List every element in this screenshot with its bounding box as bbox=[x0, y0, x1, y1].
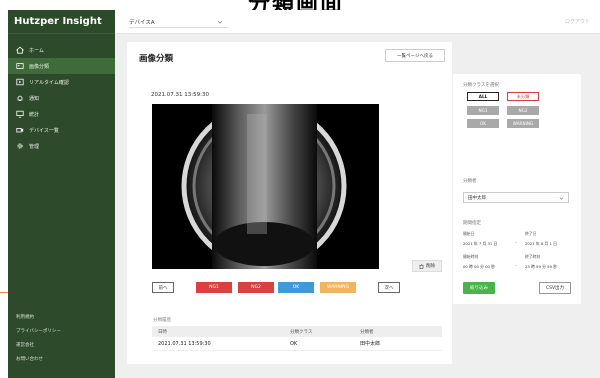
page-title: 画像分類 bbox=[139, 54, 174, 64]
sidebar-item-notifications[interactable]: 通知 bbox=[8, 90, 115, 106]
chip-ng2[interactable]: NG2 bbox=[507, 106, 539, 115]
content-area: 画像分類 一覧ページへ戻る 2021.07.31 13:59:30 削除 前へ … bbox=[115, 34, 600, 378]
device-select-value: デバイスA bbox=[129, 19, 155, 26]
sidebar-item-label: 統計 bbox=[29, 111, 40, 118]
caption-text: 分類画面 bbox=[248, 0, 344, 10]
classifier-label: 分類者 bbox=[463, 179, 477, 184]
class-button-ng2[interactable]: NG2 bbox=[238, 282, 274, 293]
period-label: 期間指定 bbox=[463, 221, 481, 226]
sidebar-item-label: ホーム bbox=[29, 47, 44, 54]
gear-icon bbox=[16, 142, 24, 150]
sidebar-item-admin[interactable]: 管理 bbox=[8, 138, 115, 154]
footer-link-privacy[interactable]: プライバシーポリシー bbox=[8, 324, 115, 338]
class-filter-label: 分類クラスを選択 bbox=[463, 83, 499, 88]
chip-ng1[interactable]: NG1 bbox=[467, 106, 499, 115]
back-to-list-button[interactable]: 一覧ページへ戻る bbox=[385, 49, 445, 62]
classifier-select[interactable]: 田中太郎 bbox=[463, 192, 569, 203]
realtime-icon bbox=[16, 78, 24, 86]
csv-export-button[interactable]: CSV出力 bbox=[539, 282, 571, 294]
history-table: 日時 分類クラス 分類者 2021.07.31 13:59:30 OK 田中太郎 bbox=[152, 326, 442, 351]
page-caption: 分類画面 bbox=[0, 0, 600, 10]
chip-ok[interactable]: OK bbox=[467, 119, 499, 128]
sidebar-item-realtime[interactable]: リアルタイム確認 bbox=[8, 74, 115, 90]
classification-card: 画像分類 一覧ページへ戻る 2021.07.31 13:59:30 削除 前へ … bbox=[127, 42, 452, 364]
monitor-icon bbox=[16, 110, 24, 118]
sidebar-item-devices[interactable]: デバイス一覧 bbox=[8, 122, 115, 138]
delete-button-label: 削除 bbox=[426, 264, 435, 269]
sidebar: Hutzper Insight ホーム 画像分類 リアルタイム確認 通知 統計 bbox=[8, 10, 115, 378]
sidebar-item-image-classification[interactable]: 画像分類 bbox=[8, 58, 115, 74]
trash-icon bbox=[419, 263, 424, 269]
time-range-separator: - bbox=[515, 263, 517, 268]
footer-link-terms[interactable]: 利用規約 bbox=[8, 310, 115, 324]
sidebar-item-label: 通知 bbox=[29, 95, 40, 102]
sidebar-item-home[interactable]: ホーム bbox=[8, 42, 115, 58]
filter-panel: 分類クラスを選択 ALL 未分類 NG1 NG2 OK WARNING 分類者 … bbox=[453, 74, 581, 304]
chevron-down-icon bbox=[217, 19, 223, 25]
footer-link-company[interactable]: 運営会社 bbox=[8, 338, 115, 352]
header-class: 分類クラス bbox=[290, 329, 313, 335]
inspection-image bbox=[152, 104, 379, 269]
sidebar-item-label: 管理 bbox=[29, 143, 40, 150]
home-icon bbox=[16, 46, 24, 54]
row-classifier: 田中太郎 bbox=[360, 341, 381, 347]
start-date-input[interactable]: 2021 年 7 月 31 日 bbox=[463, 241, 497, 247]
apply-filter-button[interactable]: 絞り込み bbox=[463, 282, 495, 294]
class-button-warning[interactable]: WARNING bbox=[320, 282, 356, 293]
end-date-input[interactable]: 2021 年 8 月 1 日 bbox=[525, 241, 557, 247]
row-datetime: 2021.07.31 13:59:30 bbox=[158, 340, 211, 347]
header-classifier: 分類者 bbox=[360, 329, 374, 335]
class-button-ng1[interactable]: NG1 bbox=[196, 282, 232, 293]
inspection-image-graphic bbox=[152, 104, 379, 269]
start-time-label: 開始時刻 bbox=[463, 254, 479, 259]
prev-button[interactable]: 前へ bbox=[152, 282, 174, 293]
sidebar-item-label: 画像分類 bbox=[29, 63, 50, 70]
row-class: OK bbox=[290, 340, 298, 347]
chip-all[interactable]: ALL bbox=[467, 92, 499, 101]
app-root: 分類画面 Hutzper Insight ホーム 画像分類 リアルタイム確認 通… bbox=[0, 0, 600, 378]
history-title: 分類履歴 bbox=[153, 318, 171, 323]
start-date-label: 開始日 bbox=[463, 231, 475, 236]
sidebar-item-label: デバイス一覧 bbox=[29, 127, 59, 134]
image-icon bbox=[16, 62, 24, 70]
footer-link-contact[interactable]: お問い合わせ bbox=[8, 352, 115, 366]
chip-unclassified[interactable]: 未分類 bbox=[507, 92, 539, 101]
camera-icon bbox=[16, 126, 24, 134]
sidebar-item-statistics[interactable]: 統計 bbox=[8, 106, 115, 122]
top-bar: デバイスA ログアウト bbox=[115, 10, 600, 34]
logout-link[interactable]: ログアウト bbox=[565, 18, 590, 25]
header-datetime: 日時 bbox=[158, 329, 167, 335]
class-button-ok[interactable]: OK bbox=[278, 282, 314, 293]
brand-logo: Hutzper Insight bbox=[8, 10, 115, 34]
chip-warning[interactable]: WARNING bbox=[507, 119, 539, 128]
sidebar-footer: 利用規約 プライバシーポリシー 運営会社 お問い合わせ bbox=[8, 310, 115, 366]
decorative-line bbox=[0, 292, 8, 293]
end-time-label: 終了時刻 bbox=[525, 254, 541, 259]
table-row: 2021.07.31 13:59:30 OK 田中太郎 bbox=[152, 337, 442, 351]
next-button[interactable]: 次へ bbox=[378, 282, 400, 293]
device-select[interactable]: デバイスA bbox=[129, 16, 229, 28]
sidebar-nav: ホーム 画像分類 リアルタイム確認 通知 統計 デバイス一覧 管理 bbox=[8, 42, 115, 154]
delete-button[interactable]: 削除 bbox=[412, 260, 442, 272]
classifier-select-value: 田中太郎 bbox=[468, 195, 486, 201]
start-time-input[interactable]: 00 時 00 分 00 秒 bbox=[463, 264, 495, 270]
date-range-separator: - bbox=[515, 240, 517, 245]
end-time-input[interactable]: 23 時 59 分 59 秒 bbox=[525, 264, 557, 270]
table-header: 日時 分類クラス 分類者 bbox=[152, 326, 442, 337]
chevron-down-icon bbox=[559, 196, 564, 201]
end-date-label: 終了日 bbox=[525, 231, 537, 236]
sidebar-item-label: リアルタイム確認 bbox=[29, 79, 69, 86]
image-timestamp: 2021.07.31 13:59:30 bbox=[151, 92, 209, 98]
bell-icon bbox=[16, 94, 24, 102]
